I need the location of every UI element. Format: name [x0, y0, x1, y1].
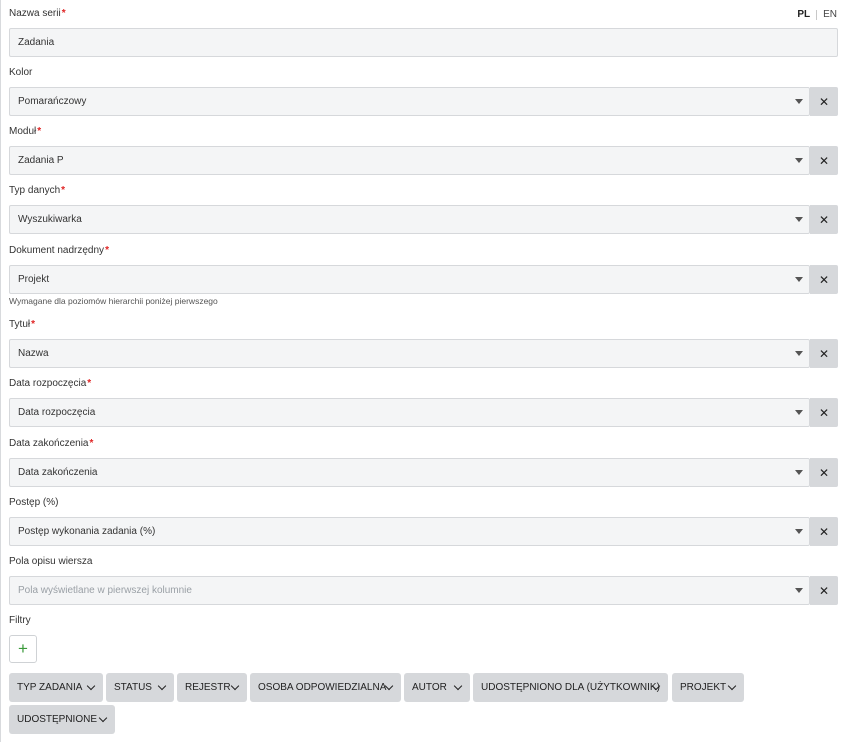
- title-label: Tytuł*: [9, 319, 36, 330]
- series-name-value: Zadania: [18, 37, 55, 48]
- start-date-label: Data rozpoczęcia*: [9, 378, 92, 389]
- required-mark: *: [61, 185, 66, 196]
- required-mark: *: [89, 438, 94, 449]
- parent-doc-label: Dokument nadrzędny*: [9, 245, 109, 256]
- filter-chip-autor[interactable]: AUTOR: [404, 673, 470, 702]
- row-desc-clear-button[interactable]: ✕: [810, 576, 838, 605]
- chevron-down-icon: [86, 681, 96, 691]
- end-date-label: Data zakończenia*: [9, 438, 94, 449]
- series-name-input[interactable]: Zadania: [9, 28, 838, 57]
- title-select[interactable]: Nazwa: [9, 339, 810, 368]
- color-select[interactable]: Pomarańczowy: [9, 87, 810, 116]
- language-switch: PL EN: [797, 9, 837, 20]
- progress-value: Postęp wykonania zadania (%): [18, 526, 156, 537]
- chevron-down-icon: [795, 99, 803, 104]
- close-icon: ✕: [818, 405, 830, 420]
- color-clear-button[interactable]: ✕: [810, 87, 838, 116]
- chevron-down-icon: [795, 529, 803, 534]
- filter-chip-status[interactable]: STATUS: [106, 673, 174, 702]
- filter-chip-projekt[interactable]: PROJEKT: [672, 673, 744, 702]
- filters-label: Filtry: [9, 615, 31, 626]
- start-date-clear-button[interactable]: ✕: [810, 398, 838, 427]
- chevron-down-icon: [795, 217, 803, 222]
- color-label: Kolor: [9, 67, 33, 78]
- close-icon: ✕: [818, 212, 830, 227]
- row-desc-select[interactable]: Pola wyświetlane w pierwszej kolumnie: [9, 576, 810, 605]
- required-mark: *: [61, 8, 66, 19]
- close-icon: ✕: [818, 94, 830, 109]
- add-filter-button[interactable]: +: [9, 635, 37, 663]
- chevron-down-icon: [98, 713, 108, 723]
- module-label: Moduł*: [9, 126, 42, 137]
- parent-doc-select[interactable]: Projekt: [9, 265, 810, 294]
- filter-chip-udostepniono-dla[interactable]: UDOSTĘPNIONO DLA (UŻYTKOWNIK): [473, 673, 668, 702]
- data-type-value: Wyszukiwarka: [18, 214, 82, 225]
- progress-clear-button[interactable]: ✕: [810, 517, 838, 546]
- close-icon: ✕: [818, 346, 830, 361]
- close-icon: ✕: [818, 272, 830, 287]
- chevron-down-icon: [795, 588, 803, 593]
- required-mark: *: [87, 378, 92, 389]
- data-type-label: Typ danych*: [9, 185, 66, 196]
- module-value: Zadania P: [18, 155, 64, 166]
- color-row: Pomarańczowy ✕: [9, 87, 838, 116]
- end-date-row: Data zakończenia ✕: [9, 458, 838, 487]
- end-date-clear-button[interactable]: ✕: [810, 458, 838, 487]
- module-select[interactable]: Zadania P: [9, 146, 810, 175]
- progress-row: Postęp wykonania zadania (%) ✕: [9, 517, 838, 546]
- row-desc-label: Pola opisu wiersza: [9, 556, 93, 567]
- required-mark: *: [105, 245, 109, 256]
- module-row: Zadania P ✕: [9, 146, 838, 175]
- chevron-down-icon: [795, 277, 803, 282]
- progress-label: Postęp (%): [9, 497, 59, 508]
- start-date-select[interactable]: Data rozpoczęcia: [9, 398, 810, 427]
- lang-separator: [816, 9, 818, 20]
- close-icon: ✕: [818, 583, 830, 598]
- series-name-row: Zadania: [9, 28, 838, 57]
- title-row: Nazwa ✕: [9, 339, 838, 368]
- chevron-down-icon: [230, 681, 240, 691]
- data-type-row: Wyszukiwarka ✕: [9, 205, 838, 234]
- data-type-clear-button[interactable]: ✕: [810, 205, 838, 234]
- filter-chip-udostepnione[interactable]: UDOSTĘPNIONE: [9, 705, 115, 734]
- data-type-select[interactable]: Wyszukiwarka: [9, 205, 810, 234]
- plus-icon: +: [18, 639, 28, 658]
- parent-doc-hint: Wymagane dla poziomów hierarchii poniżej…: [9, 296, 218, 306]
- chevron-down-icon: [795, 351, 803, 356]
- lang-pl-button[interactable]: PL: [797, 9, 810, 20]
- start-date-row: Data rozpoczęcia ✕: [9, 398, 838, 427]
- progress-select[interactable]: Postęp wykonania zadania (%): [9, 517, 810, 546]
- required-mark: *: [31, 319, 36, 330]
- title-value: Nazwa: [18, 348, 49, 359]
- close-icon: ✕: [818, 524, 830, 539]
- parent-doc-row: Projekt ✕: [9, 265, 838, 294]
- filter-chip-rejestr[interactable]: REJESTR: [177, 673, 247, 702]
- chevron-down-icon: [453, 681, 463, 691]
- start-date-value: Data rozpoczęcia: [18, 407, 96, 418]
- chevron-down-icon: [795, 158, 803, 163]
- close-icon: ✕: [818, 465, 830, 480]
- close-icon: ✕: [818, 153, 830, 168]
- row-desc-row: Pola wyświetlane w pierwszej kolumnie ✕: [9, 576, 838, 605]
- row-desc-placeholder: Pola wyświetlane w pierwszej kolumnie: [18, 585, 192, 596]
- module-clear-button[interactable]: ✕: [810, 146, 838, 175]
- title-clear-button[interactable]: ✕: [810, 339, 838, 368]
- chevron-down-icon: [727, 681, 737, 691]
- parent-doc-clear-button[interactable]: ✕: [810, 265, 838, 294]
- chevron-down-icon: [795, 410, 803, 415]
- chevron-down-icon: [795, 470, 803, 475]
- lang-en-button[interactable]: EN: [823, 9, 837, 20]
- end-date-value: Data zakończenia: [18, 467, 98, 478]
- series-name-label: Nazwa serii*: [9, 8, 66, 19]
- chevron-down-icon: [157, 681, 167, 691]
- filter-chip-osoba-odpowiedzialna[interactable]: OSOBA ODPOWIEDZIALNA: [250, 673, 401, 702]
- filter-chip-typ-zadania[interactable]: TYP ZADANIA: [9, 673, 103, 702]
- color-value: Pomarańczowy: [18, 96, 87, 107]
- end-date-select[interactable]: Data zakończenia: [9, 458, 810, 487]
- required-mark: *: [37, 126, 42, 137]
- panel-left-border: [0, 0, 1, 742]
- parent-doc-value: Projekt: [18, 274, 50, 285]
